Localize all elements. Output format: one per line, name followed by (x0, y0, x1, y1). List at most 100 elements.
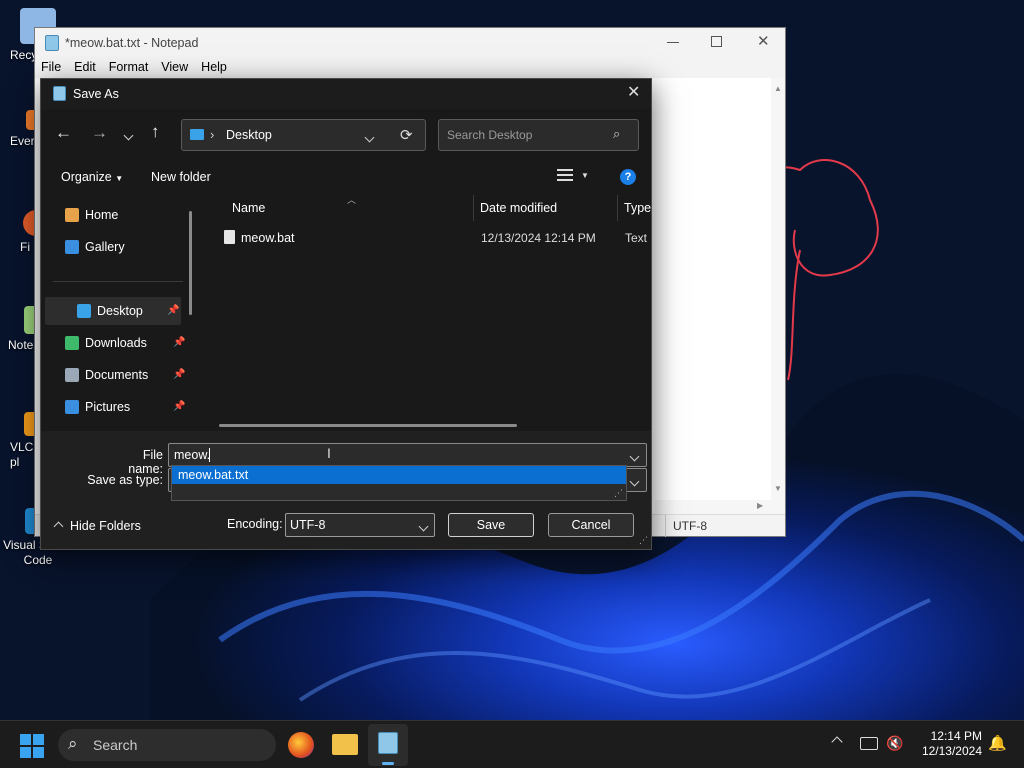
navigation-pane: Home Gallery Desktop 📌 Downloads 📌 Documen… (41, 195, 201, 431)
clock[interactable]: 12:14 PM 12/13/2024 (918, 729, 982, 759)
desktop-folder-icon (190, 129, 204, 140)
view-options-icon[interactable] (557, 169, 573, 183)
volume-muted-icon[interactable]: 🔇 (886, 735, 903, 752)
command-bar: Organize ▼ New folder ▼ ? (41, 159, 651, 195)
save-as-type-label: Save as type: (87, 473, 163, 487)
help-icon[interactable]: ? (620, 169, 636, 185)
notepad-taskbar-button[interactable] (368, 724, 408, 766)
taskbar: ⌕ Search 🔇 12:14 PM 12/13/2024 🔔 (0, 720, 1024, 768)
dialog-title: Save As (73, 87, 119, 101)
horizontal-scrollbar[interactable]: ▶ (655, 500, 771, 514)
file-name-label: File name: (128, 448, 163, 476)
sidebar-item-desktop[interactable]: Desktop 📌 (45, 297, 181, 325)
recent-locations-chevron-icon[interactable] (123, 128, 134, 142)
menu-item-file[interactable]: File (41, 60, 61, 74)
file-name: meow.bat (241, 231, 295, 245)
pictures-icon (65, 400, 79, 414)
close-icon[interactable]: ✕ (757, 32, 770, 50)
view-dropdown-icon[interactable]: ▼ (581, 171, 589, 180)
gallery-icon (65, 240, 79, 254)
sidebar-scrollbar[interactable] (189, 211, 192, 315)
scroll-up-icon[interactable]: ▲ (774, 84, 782, 93)
refresh-icon[interactable]: ⟳ (400, 126, 413, 144)
notepad-menu-bar: File Edit Format View Help (35, 58, 785, 78)
navigation-bar: ← → ↑ › Desktop ⟳ Search Desktop ⌕ (41, 109, 651, 159)
up-icon[interactable]: ↑ (151, 122, 160, 142)
network-icon[interactable] (860, 737, 878, 750)
pin-icon: 📌 (173, 401, 186, 412)
sidebar-item-pictures[interactable]: Pictures 📌 (61, 393, 189, 421)
dialog-title-bar[interactable]: Save As ✕ (41, 79, 651, 109)
menu-item-edit[interactable]: Edit (74, 60, 96, 74)
column-header-name[interactable]: Name (232, 201, 472, 223)
notepad-title-bar[interactable]: *meow.bat.txt - Notepad ✕ (35, 28, 785, 58)
sidebar-item-home[interactable]: Home (61, 201, 189, 229)
search-icon: ⌕ (68, 734, 78, 753)
file-list: ︿ Name Date modified Type meow.bat 12/13… (201, 195, 651, 431)
vertical-scrollbar[interactable]: ▲ ▼ (771, 78, 785, 514)
desktop-icon (77, 304, 91, 318)
notepad-title: *meow.bat.txt - Notepad (65, 36, 199, 50)
autocomplete-list: meow.bat.txt ⋰ (171, 465, 627, 501)
start-button[interactable] (20, 734, 44, 758)
maximize-icon[interactable] (711, 36, 722, 47)
save-button[interactable]: Save (448, 513, 534, 537)
dialog-close-icon[interactable]: ✕ (627, 82, 640, 102)
organize-button[interactable]: Organize ▼ (61, 170, 123, 184)
resize-grip-icon[interactable]: ⋰ (614, 488, 623, 499)
notepad-icon (53, 86, 66, 101)
active-indicator (382, 762, 394, 765)
back-icon[interactable]: ← (55, 123, 72, 143)
table-row[interactable]: meow.bat 12/13/2024 12:14 PM Text D (217, 225, 651, 251)
i-beam-cursor-icon: I (327, 445, 331, 461)
scroll-right-icon[interactable]: ▶ (757, 501, 763, 510)
encoding-dropdown-icon (418, 519, 429, 533)
file-name-input[interactable]: meow. (168, 443, 647, 467)
search-box[interactable]: Search Desktop ⌕ (438, 119, 639, 151)
address-bar[interactable]: › Desktop ⟳ (181, 119, 426, 151)
file-name-value: meow. (174, 448, 211, 462)
type-dropdown-icon[interactable] (629, 474, 640, 488)
chevron-up-icon (53, 521, 64, 532)
taskbar-search[interactable]: ⌕ Search (58, 729, 276, 761)
file-list-scrollbar[interactable] (219, 424, 517, 427)
forward-icon[interactable]: → (91, 123, 108, 143)
hide-folders-button[interactable]: Hide Folders (53, 519, 141, 533)
file-type: Text D (625, 231, 651, 245)
text-cursor (209, 448, 210, 462)
sidebar-item-documents[interactable]: Documents 📌 (61, 361, 189, 389)
address-dropdown-icon[interactable] (364, 130, 375, 144)
sidebar-item-downloads[interactable]: Downloads 📌 (61, 329, 189, 357)
minimize-icon[interactable] (667, 42, 679, 43)
firefox-taskbar-icon[interactable] (288, 732, 314, 758)
save-as-dialog: Save As ✕ ← → ↑ › Desktop ⟳ Search Deskt… (40, 78, 652, 550)
breadcrumb[interactable]: Desktop (226, 128, 272, 142)
new-folder-button[interactable]: New folder (151, 170, 211, 184)
search-icon[interactable]: ⌕ (613, 126, 620, 142)
pin-icon: 📌 (173, 337, 186, 348)
cancel-button[interactable]: Cancel (548, 513, 634, 537)
sidebar-item-gallery[interactable]: Gallery (61, 233, 189, 261)
menu-item-format[interactable]: Format (109, 60, 149, 74)
text-file-icon (224, 230, 235, 244)
encoding-select[interactable]: UTF-8 (285, 513, 435, 537)
menu-item-view[interactable]: View (161, 60, 188, 74)
autocomplete-item[interactable]: meow.bat.txt (172, 466, 626, 484)
notifications-icon[interactable]: 🔔 (988, 734, 1007, 752)
notepad-icon (378, 732, 398, 754)
file-date: 12/13/2024 12:14 PM (481, 231, 596, 245)
windows-icon (20, 734, 31, 745)
documents-icon (65, 368, 79, 382)
file-name-dropdown-icon[interactable] (629, 449, 640, 463)
column-header-date[interactable]: Date modified (480, 201, 616, 215)
column-header-type[interactable]: Type (624, 201, 654, 215)
dialog-resize-grip-icon[interactable]: ⋰ (639, 535, 648, 546)
breadcrumb-separator-icon: › (210, 127, 215, 142)
show-hidden-icons-icon[interactable] (831, 736, 843, 748)
scroll-down-icon[interactable]: ▼ (774, 484, 782, 493)
menu-item-help[interactable]: Help (201, 60, 227, 74)
status-encoding: UTF-8 (673, 519, 707, 533)
download-icon (65, 336, 79, 350)
divider (53, 281, 183, 282)
file-explorer-taskbar-icon[interactable] (332, 734, 358, 755)
